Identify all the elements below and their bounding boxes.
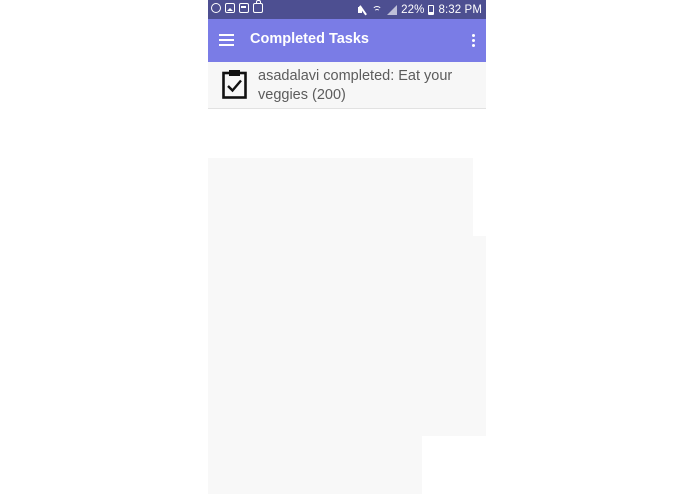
bag-icon bbox=[253, 0, 263, 13]
screen-background: 22% 8:32 PM Completed Tasks asadalavi co… bbox=[0, 0, 695, 494]
list-item[interactable]: asadalavi completed: Eat your veggies (2… bbox=[208, 62, 486, 109]
wifi-icon bbox=[372, 5, 383, 15]
battery-icon bbox=[428, 4, 435, 15]
status-bar: 22% 8:32 PM bbox=[208, 0, 486, 19]
notification-icons bbox=[211, 0, 263, 13]
more-vertical-icon[interactable] bbox=[470, 33, 476, 48]
message-icon bbox=[239, 3, 249, 13]
whatsapp-icon bbox=[211, 3, 221, 13]
empty-area bbox=[208, 158, 473, 236]
clipboard-check-icon bbox=[222, 70, 247, 99]
task-text: asadalavi completed: Eat your veggies (2… bbox=[258, 68, 453, 103]
empty-area bbox=[208, 436, 422, 494]
hamburger-menu-icon[interactable] bbox=[219, 34, 234, 46]
signal-icon bbox=[387, 4, 398, 15]
page-title: Completed Tasks bbox=[250, 31, 369, 47]
image-icon bbox=[225, 3, 235, 13]
battery-percentage: 22% bbox=[401, 3, 425, 16]
mute-icon bbox=[357, 5, 368, 15]
phone-screen: 22% 8:32 PM Completed Tasks asadalavi co… bbox=[208, 0, 486, 494]
app-bar: Completed Tasks bbox=[208, 19, 486, 62]
task-list: asadalavi completed: Eat your veggies (2… bbox=[208, 62, 486, 109]
system-status: 22% 8:32 PM bbox=[357, 2, 482, 17]
empty-area bbox=[208, 236, 486, 436]
clock: 8:32 PM bbox=[438, 3, 482, 16]
